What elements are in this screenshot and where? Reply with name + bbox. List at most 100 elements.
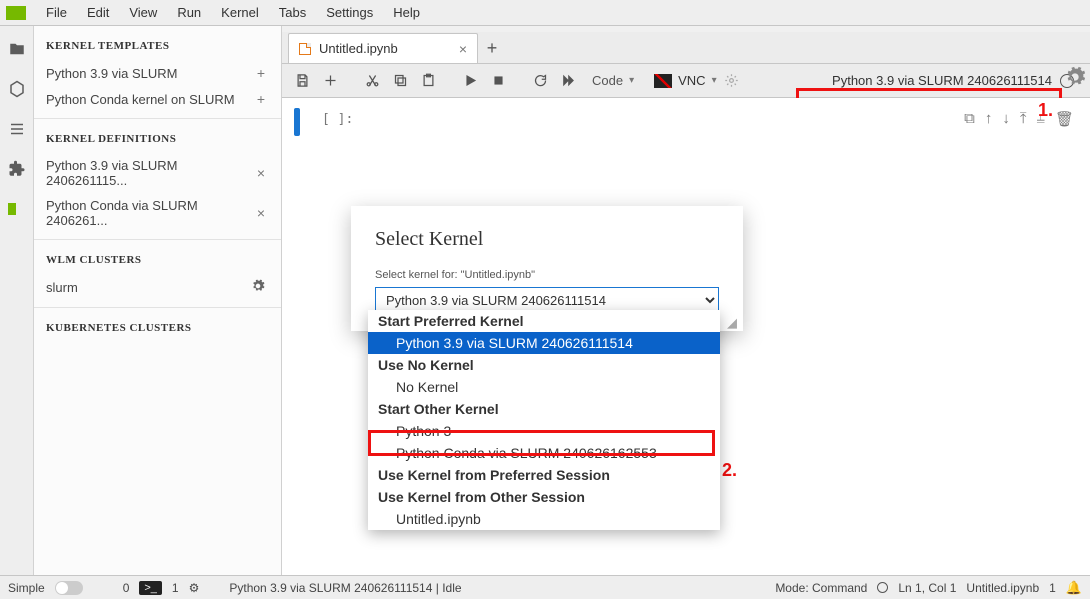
section-wlm-title: WLM CLUSTERS bbox=[34, 240, 281, 274]
dropdown-group: Start Other Kernel bbox=[368, 398, 720, 420]
gear-icon[interactable] bbox=[247, 279, 269, 296]
hex-icon[interactable] bbox=[8, 80, 26, 98]
restart-button[interactable] bbox=[528, 69, 552, 93]
new-tab-button[interactable]: + bbox=[478, 33, 506, 63]
tab-strip: Untitled.ipynb × + bbox=[282, 32, 1090, 64]
dialog-title: Select Kernel bbox=[375, 228, 719, 251]
activity-bar bbox=[0, 26, 34, 575]
folder-icon[interactable] bbox=[8, 40, 26, 58]
insert-above-icon[interactable]: ⤒ bbox=[1020, 110, 1027, 128]
vnc-group: VNC ▾ bbox=[654, 69, 740, 93]
close-icon[interactable]: × bbox=[253, 205, 269, 221]
insert-below-icon[interactable]: ⫨ bbox=[1036, 110, 1044, 128]
menu-run[interactable]: Run bbox=[167, 5, 211, 20]
menu-bar: File Edit View Run Kernel Tabs Settings … bbox=[0, 0, 1090, 26]
tab-title: Untitled.ipynb bbox=[319, 41, 398, 56]
delete-icon[interactable]: 🗑 bbox=[1055, 110, 1074, 128]
notebook-icon bbox=[299, 43, 311, 55]
menu-settings[interactable]: Settings bbox=[316, 5, 383, 20]
add-cell-button[interactable] bbox=[318, 69, 342, 93]
dropdown-option[interactable]: No Kernel bbox=[368, 376, 720, 398]
cell-type-label: Code bbox=[592, 73, 623, 88]
kernel-name: Python 3.9 via SLURM 240626111514 bbox=[832, 73, 1052, 88]
simple-toggle[interactable] bbox=[55, 581, 83, 595]
env-icon[interactable]: ⚙ bbox=[189, 581, 200, 595]
dropdown-option[interactable]: Untitled.ipynb bbox=[368, 508, 720, 530]
simple-mode-label: Simple bbox=[8, 581, 45, 595]
definition-label: Python 3.9 via SLURM 2406261115... bbox=[46, 158, 253, 188]
save-button[interactable] bbox=[290, 69, 314, 93]
menu-view[interactable]: View bbox=[119, 5, 167, 20]
dropdown-group: Use Kernel from Other Session bbox=[368, 486, 720, 508]
definition-item-0[interactable]: Python 3.9 via SLURM 2406261115... × bbox=[34, 153, 281, 193]
dropdown-option[interactable]: Python 3 bbox=[368, 420, 720, 442]
menu-file[interactable]: File bbox=[36, 5, 77, 20]
template-item-1[interactable]: Python Conda kernel on SLURM + bbox=[34, 86, 281, 112]
dropdown-option[interactable]: Python 3.9 via SLURM 240626111514 bbox=[368, 332, 720, 354]
menu-kernel[interactable]: Kernel bbox=[211, 5, 269, 20]
move-up-icon[interactable]: ↑ bbox=[985, 110, 993, 128]
template-item-0[interactable]: Python 3.9 via SLURM + bbox=[34, 60, 281, 86]
kernel-dropdown: Start Preferred Kernel Python 3.9 via SL… bbox=[368, 310, 720, 530]
add-icon[interactable]: + bbox=[253, 91, 269, 107]
duplicate-icon[interactable]: ⧉ bbox=[964, 110, 975, 128]
copy-button[interactable] bbox=[388, 69, 412, 93]
status-count-zero[interactable]: 0 bbox=[123, 581, 130, 595]
stop-button[interactable] bbox=[486, 69, 510, 93]
cell-prompt: [ ]: bbox=[322, 108, 353, 127]
tab-notebook[interactable]: Untitled.ipynb × bbox=[288, 33, 478, 63]
status-bar: Simple 0 >_ 1 ⚙ Python 3.9 via SLURM 240… bbox=[0, 575, 1090, 599]
section-definitions-title: KERNEL DEFINITIONS bbox=[34, 119, 281, 153]
fast-forward-button[interactable] bbox=[556, 69, 580, 93]
section-kube-title: KUBERNETES CLUSTERS bbox=[34, 308, 281, 342]
dropdown-option[interactable]: Python Conda via SLURM 240626162553 bbox=[368, 442, 720, 464]
definition-label: Python Conda via SLURM 2406261... bbox=[46, 198, 253, 228]
sidebar-panel: KERNEL TEMPLATES Python 3.9 via SLURM + … bbox=[34, 26, 282, 575]
tab-close-icon[interactable]: × bbox=[459, 41, 467, 57]
menu-help[interactable]: Help bbox=[383, 5, 430, 20]
close-icon[interactable]: × bbox=[253, 165, 269, 181]
bell-icon[interactable]: 🔔 bbox=[1066, 580, 1082, 596]
wlm-label: slurm bbox=[46, 280, 78, 295]
cursor-position[interactable]: Ln 1, Col 1 bbox=[898, 581, 956, 595]
status-session-count: 1 bbox=[1049, 581, 1056, 595]
vnc-label: VNC bbox=[678, 73, 705, 88]
section-templates-title: KERNEL TEMPLATES bbox=[34, 26, 281, 60]
settings-gear-icon[interactable] bbox=[1064, 66, 1086, 88]
cell-run-indicator bbox=[294, 108, 300, 136]
dropdown-group: Start Preferred Kernel bbox=[368, 310, 720, 332]
paste-button[interactable] bbox=[416, 69, 440, 93]
add-icon[interactable]: + bbox=[253, 65, 269, 81]
sync-status-icon[interactable] bbox=[877, 582, 888, 593]
chevron-down-icon[interactable]: ▾ bbox=[712, 75, 717, 86]
menu-edit[interactable]: Edit bbox=[77, 5, 119, 20]
nvidia-logo-icon bbox=[6, 6, 26, 20]
template-label: Python 3.9 via SLURM bbox=[46, 66, 178, 81]
status-count-one[interactable]: 1 bbox=[172, 581, 179, 595]
mode-indicator[interactable]: Mode: Command bbox=[775, 581, 867, 595]
extension-icon[interactable] bbox=[8, 160, 26, 178]
cut-button[interactable] bbox=[360, 69, 384, 93]
run-button[interactable] bbox=[458, 69, 482, 93]
nvidia-panel-icon[interactable] bbox=[8, 200, 26, 218]
list-icon[interactable] bbox=[8, 120, 26, 138]
dropdown-group: Use No Kernel bbox=[368, 354, 720, 376]
cell-type-select[interactable]: Code ▾ bbox=[592, 73, 634, 88]
cell-toolbar: ⧉ ↑ ↓ ⤒ ⫨ 🗑 bbox=[964, 110, 1074, 128]
vnc-gear-icon[interactable] bbox=[723, 69, 741, 93]
terminal-icon[interactable]: >_ bbox=[139, 581, 162, 595]
chevron-down-icon: ▾ bbox=[629, 75, 634, 86]
menu-tabs[interactable]: Tabs bbox=[269, 5, 316, 20]
definition-item-1[interactable]: Python Conda via SLURM 2406261... × bbox=[34, 193, 281, 233]
kernel-status-text[interactable]: Python 3.9 via SLURM 240626111514 | Idle bbox=[229, 581, 461, 595]
dialog-subtitle: Select kernel for: "Untitled.ipynb" bbox=[375, 269, 719, 281]
template-label: Python Conda kernel on SLURM bbox=[46, 92, 235, 107]
dropdown-group: Use Kernel from Preferred Session bbox=[368, 464, 720, 486]
status-doc-name[interactable]: Untitled.ipynb bbox=[966, 581, 1039, 595]
wlm-item-0[interactable]: slurm bbox=[34, 274, 281, 301]
move-down-icon[interactable]: ↓ bbox=[1002, 110, 1010, 128]
notebook-toolbar: Code ▾ VNC ▾ Python 3.9 via SLURM 240626… bbox=[282, 64, 1090, 98]
kernel-selector[interactable]: Python 3.9 via SLURM 240626111514 bbox=[824, 71, 1082, 90]
vnc-icon[interactable] bbox=[654, 74, 672, 88]
resize-handle-icon[interactable]: ◢ bbox=[727, 315, 739, 327]
